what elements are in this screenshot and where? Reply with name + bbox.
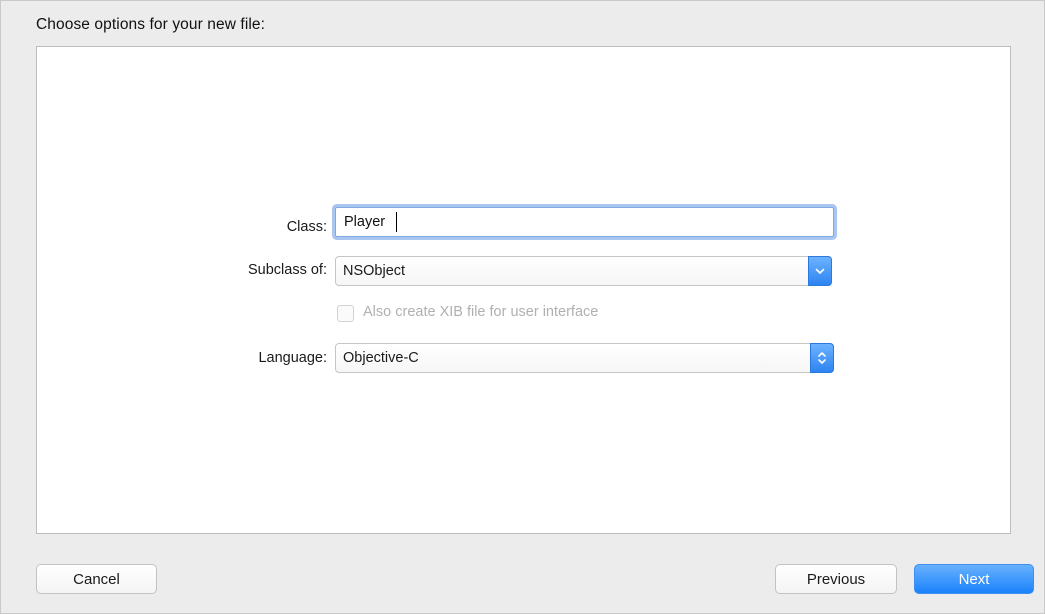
language-label: Language: [258, 350, 327, 366]
class-name-input[interactable] [335, 207, 834, 237]
language-value: Objective-C [343, 350, 419, 366]
create-xib-label: Also create XIB file for user interface [363, 304, 599, 320]
next-button[interactable]: Next [914, 564, 1034, 594]
subclass-dropdown-button[interactable] [808, 256, 832, 286]
class-label: Class: [286, 219, 327, 235]
create-xib-checkbox[interactable] [337, 305, 354, 322]
language-popup[interactable]: Objective-C [335, 343, 834, 373]
chevron-down-icon [815, 268, 825, 274]
previous-button[interactable]: Previous [775, 564, 897, 594]
subclass-value[interactable]: NSObject [343, 263, 405, 279]
cancel-button[interactable]: Cancel [36, 564, 157, 594]
up-down-chevron-icon [818, 352, 826, 364]
text-caret [396, 212, 397, 232]
new-file-options-dialog: Choose options for your new file: Class:… [0, 0, 1045, 614]
options-panel [36, 46, 1011, 534]
subclass-label: Subclass of: [248, 262, 327, 278]
dialog-title: Choose options for your new file: [36, 16, 266, 33]
subclass-combo-box[interactable]: NSObject [335, 256, 832, 286]
language-popup-button[interactable] [810, 343, 834, 373]
